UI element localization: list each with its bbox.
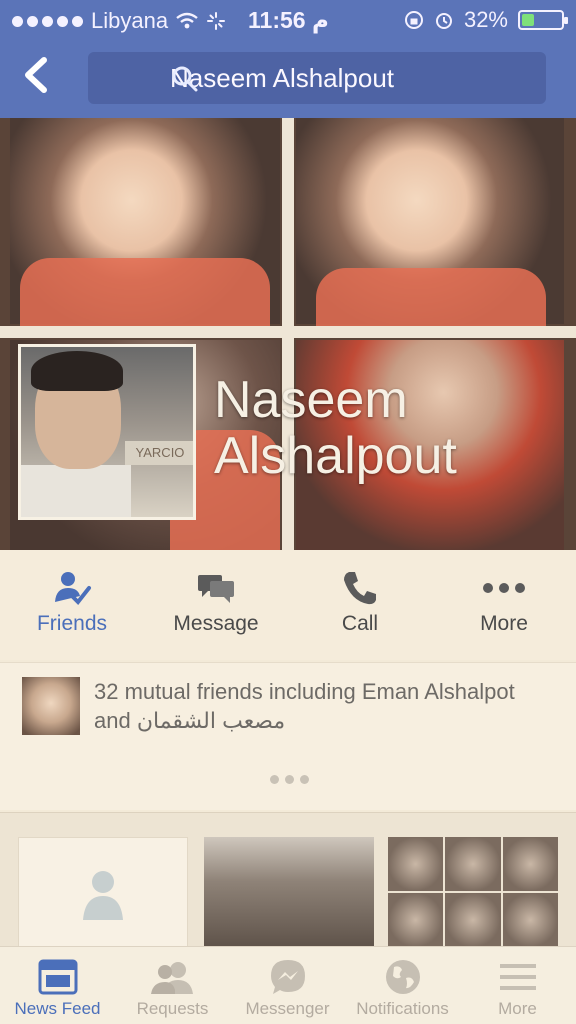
chevron-left-icon: [25, 57, 47, 93]
photos-card[interactable]: [204, 837, 374, 947]
tab-notifications[interactable]: Notifications: [345, 955, 460, 1019]
search-text: Naseem Alshalpout: [170, 62, 395, 93]
status-right: 32%: [404, 7, 568, 33]
battery-percent: 32%: [463, 7, 508, 32]
battery-icon: [518, 10, 568, 30]
tab-label: News Feed: [14, 999, 101, 1018]
rotation-lock-icon: [404, 11, 423, 29]
requests-icon: [150, 962, 193, 994]
avatar-sign: YARCIO: [125, 441, 193, 465]
about-card[interactable]: [18, 837, 188, 947]
profile-grid: [0, 812, 576, 947]
signal-icon: [12, 15, 83, 27]
tab-label: Notifications: [356, 999, 449, 1018]
call-button[interactable]: Call: [288, 564, 432, 636]
carrier-group: Libyana: [12, 8, 226, 34]
mutual-friends-text: 32 mutual friends including Eman Alshalp…: [94, 679, 515, 733]
top-bar: Libyana 11:56 م 32% Naseem Alshalpout: [0, 0, 576, 118]
news-feed-icon: [38, 959, 77, 995]
profile-name-line1: Naseem: [214, 371, 408, 429]
tab-label: Messenger: [245, 999, 330, 1018]
tab-bar: News Feed Requests Messenger Notificatio…: [0, 946, 576, 1024]
status-time: 11:56 م: [248, 7, 329, 33]
friends-button[interactable]: Friends: [0, 564, 144, 636]
profile-picture[interactable]: YARCIO: [18, 344, 196, 520]
friends-check-icon: [55, 572, 91, 606]
cover-photo-tile: [10, 118, 280, 328]
globe-icon: [385, 960, 420, 994]
alarm-icon: [435, 13, 452, 29]
wifi-icon: [176, 12, 198, 29]
tab-requests[interactable]: Requests: [115, 955, 230, 1019]
tab-news-feed[interactable]: News Feed: [0, 955, 115, 1019]
cover-photo-tile: [296, 118, 564, 328]
friends-card[interactable]: [388, 837, 558, 947]
friend-thumbnail: [388, 837, 444, 891]
menu-icon: [499, 964, 536, 990]
tab-more[interactable]: More: [460, 955, 575, 1019]
avatar-hair: [31, 351, 123, 391]
avatar-shirt: [21, 465, 131, 517]
profile-actions: Friends Message Call More: [0, 550, 576, 660]
battery-fill: [522, 14, 535, 26]
tab-label: Requests: [136, 999, 209, 1018]
back-button[interactable]: [22, 56, 62, 100]
carrier-name: Libyana: [91, 8, 169, 33]
tab-messenger[interactable]: Messenger: [230, 955, 345, 1019]
mutual-friend-thumbnail: [22, 677, 80, 735]
message-label: Message: [173, 612, 259, 635]
messenger-icon: [270, 960, 305, 994]
friend-thumbnail: [388, 893, 444, 947]
search-icon: [172, 66, 198, 92]
person-placeholder-icon: [83, 871, 123, 920]
friend-thumbnail: [445, 893, 501, 947]
friend-thumbnail: [502, 893, 558, 947]
message-button[interactable]: Message: [144, 564, 288, 636]
more-label: More: [480, 612, 528, 635]
phone-icon: [344, 572, 376, 605]
tab-label: More: [498, 999, 537, 1018]
cover-divider: [0, 326, 576, 338]
loading-dots-icon: [270, 775, 309, 784]
friend-thumbnail: [445, 837, 501, 891]
profile-name-line2: Alshalpout: [214, 427, 457, 485]
search-bar[interactable]: Naseem Alshalpout: [88, 52, 546, 104]
activity-spinner-icon: [207, 12, 226, 30]
cover-photo[interactable]: YARCIO Naseem Alshalpout: [0, 118, 576, 550]
mutual-friends-section[interactable]: 32 mutual friends including Eman Alshalp…: [0, 662, 576, 810]
profile-name: Naseem Alshalpout: [214, 372, 457, 484]
status-bar: Libyana 11:56 م 32%: [0, 0, 576, 40]
message-icon: [198, 575, 234, 603]
call-label: Call: [341, 612, 379, 635]
friend-thumbnail: [502, 837, 558, 891]
more-dots-icon: [483, 583, 525, 593]
friends-label: Friends: [36, 612, 108, 635]
more-button[interactable]: More: [432, 564, 576, 636]
